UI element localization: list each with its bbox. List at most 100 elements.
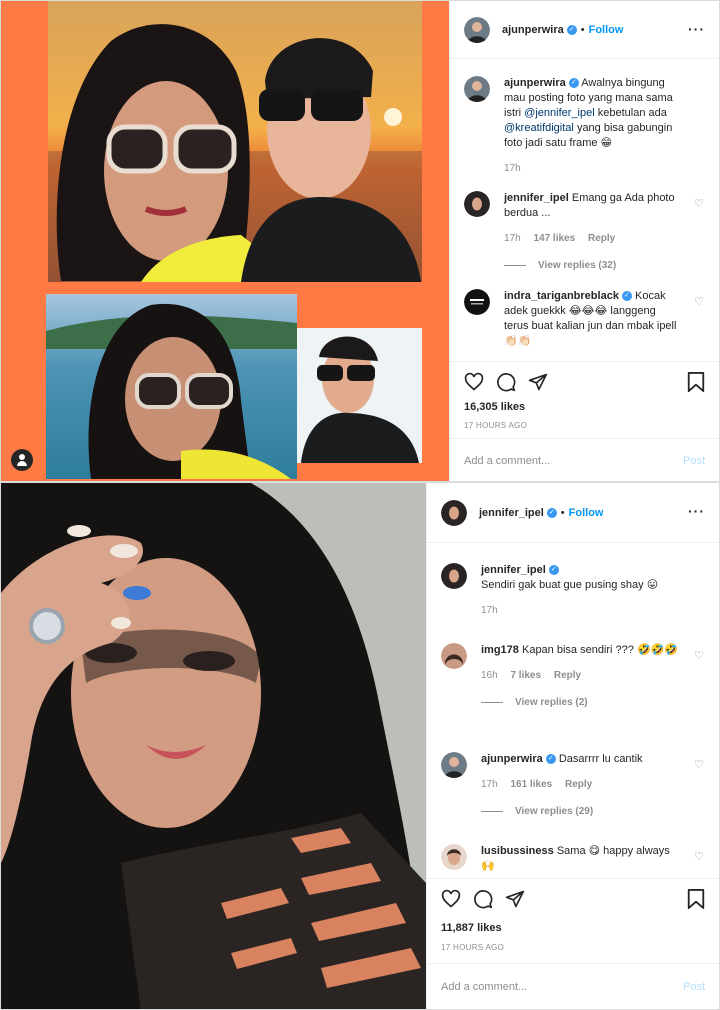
post-actions: 16,305 likes 17 HOURS AGO Add a comment.… [450, 361, 719, 481]
selfie-photo [1, 483, 426, 1009]
comment-item: ajunperwira ✓ Dasarrrr lu cantik 17h 161 … [441, 752, 705, 817]
comment-heart-icon[interactable]: ♡ [694, 649, 705, 662]
post-timestamp: 17 HOURS AGO [464, 421, 528, 430]
comment-heart-icon[interactable]: ♡ [694, 758, 705, 771]
avatar[interactable] [464, 191, 490, 217]
avatar[interactable] [464, 76, 490, 102]
comment-icon[interactable] [496, 372, 516, 392]
comment-time[interactable]: 17h [481, 779, 498, 790]
bookmark-icon[interactable] [687, 372, 705, 392]
post-header: jennifer_ipel ✓ • Follow ··· [427, 483, 719, 543]
post-sidebar: ajunperwira ✓ • Follow ··· ajunperwira ✓ … [449, 1, 719, 481]
view-replies-button[interactable]: View replies (2) [481, 697, 705, 708]
heart-icon[interactable] [464, 372, 484, 392]
comment-item: indra_tariganbreblack ✓ Kocak adek guekkk… [464, 289, 705, 349]
comment-username[interactable]: indra_tariganbreblack [504, 290, 619, 302]
caption-text: Sendiri gak buat gue pusing shay 😛 [481, 579, 659, 591]
comment-time[interactable]: 17h [504, 233, 521, 244]
verified-icon: ✓ [621, 291, 632, 302]
header-separator: • [580, 23, 585, 36]
comment-username[interactable]: ajunperwira [481, 753, 543, 765]
avatar[interactable] [464, 16, 490, 43]
add-comment-input[interactable]: Add a comment... [464, 455, 550, 467]
share-icon[interactable] [528, 372, 548, 392]
verified-icon: ✓ [546, 507, 557, 518]
comment-item: img178 Kapan bisa sendiri ??? 🤣🤣🤣 16h 7 … [441, 643, 705, 708]
mention-link[interactable]: @kreatifdigital [504, 122, 574, 134]
more-icon[interactable]: ··· [688, 21, 705, 37]
comment-likes[interactable]: 147 likes [533, 233, 575, 244]
reply-button[interactable]: Reply [588, 233, 615, 244]
caption-text: kebetulan ada [597, 107, 667, 119]
user-tag-icon[interactable] [11, 449, 33, 471]
header-separator: • [560, 506, 565, 519]
post-actions: 11,887 likes 17 HOURS AGO Add a comment.… [427, 878, 719, 1009]
divider [504, 265, 526, 266]
avatar[interactable] [441, 499, 467, 526]
share-icon[interactable] [505, 889, 525, 909]
view-replies-button[interactable]: View replies (32) [504, 260, 705, 271]
comment-likes[interactable]: 161 likes [510, 779, 552, 790]
comment-username[interactable]: jennifer_ipel [504, 192, 569, 204]
post-image-selfie[interactable] [1, 483, 426, 1009]
add-comment-input[interactable]: Add a comment... [441, 981, 527, 993]
post-sidebar: jennifer_ipel ✓ • Follow ··· jennifer_ip… [426, 483, 719, 1009]
comment-time[interactable]: 16h [481, 670, 498, 681]
add-comment-bar: Add a comment... Post [450, 438, 719, 481]
reply-button[interactable]: Reply [565, 779, 592, 790]
divider [481, 811, 503, 812]
avatar[interactable] [441, 563, 467, 589]
post-caption: jennifer_ipel ✓ Sendiri gak buat gue pusi… [441, 563, 705, 618]
avatar[interactable] [441, 752, 467, 778]
mention-link[interactable]: @jennifer_ipel [524, 107, 595, 119]
comment-icon[interactable] [473, 889, 493, 909]
add-comment-bar: Add a comment... Post [427, 963, 719, 1009]
caption-username[interactable]: jennifer_ipel [481, 564, 546, 576]
post-header: ajunperwira ✓ • Follow ··· [450, 1, 719, 59]
comment-item: lusibussiness Sama 😋 happy always 🙌 ♡ [441, 844, 705, 874]
caption-username[interactable]: ajunperwira [504, 77, 566, 89]
verified-icon: ✓ [566, 24, 577, 35]
collage-photo [1, 1, 449, 481]
comment-heart-icon[interactable]: ♡ [694, 295, 705, 308]
comments-list: jennifer_ipel ✓ Sendiri gak buat gue pusi… [427, 544, 719, 876]
caption-time[interactable]: 17h [504, 163, 521, 174]
avatar[interactable] [441, 844, 467, 870]
divider [481, 702, 503, 703]
avatar[interactable] [464, 289, 490, 315]
caption-time[interactable]: 17h [481, 605, 498, 616]
view-replies-button[interactable]: View replies (29) [481, 806, 705, 817]
header-username[interactable]: ajunperwira [502, 24, 564, 36]
comment-text: Dasarrrr lu cantik [558, 753, 643, 765]
verified-icon: ✓ [568, 78, 579, 89]
likes-count[interactable]: 11,887 likes [441, 922, 502, 934]
more-icon[interactable]: ··· [688, 503, 705, 519]
post-comment-button[interactable]: Post [683, 981, 705, 993]
comment-username[interactable]: img178 [481, 644, 519, 656]
comment-heart-icon[interactable]: ♡ [694, 197, 705, 210]
view-replies-label: View replies (2) [515, 697, 588, 708]
likes-count[interactable]: 16,305 likes [464, 401, 525, 413]
heart-icon[interactable] [441, 889, 461, 909]
avatar[interactable] [441, 643, 467, 669]
follow-button[interactable]: Follow [589, 24, 624, 36]
post-timestamp: 17 HOURS AGO [441, 943, 505, 952]
follow-button[interactable]: Follow [569, 507, 604, 519]
instagram-post-ajunperwira: ajunperwira ✓ • Follow ··· ajunperwira ✓ … [0, 0, 720, 482]
comment-item: jennifer_ipel Emang ga Ada photo berdua … [464, 191, 705, 271]
verified-icon: ✓ [545, 754, 556, 765]
comments-list: ajunperwira ✓ Awalnya bingung mau posting… [450, 60, 719, 359]
reply-button[interactable]: Reply [554, 670, 581, 681]
post-caption: ajunperwira ✓ Awalnya bingung mau posting… [464, 76, 705, 176]
post-image-collage[interactable] [1, 1, 449, 481]
verified-icon: ✓ [548, 565, 559, 576]
instagram-post-jennifer-ipel: jennifer_ipel ✓ • Follow ··· jennifer_ip… [0, 482, 720, 1010]
comment-heart-icon[interactable]: ♡ [694, 850, 705, 863]
comment-username[interactable]: lusibussiness [481, 845, 554, 857]
header-username[interactable]: jennifer_ipel [479, 507, 544, 519]
bookmark-icon[interactable] [687, 889, 705, 909]
post-comment-button[interactable]: Post [683, 455, 705, 467]
comment-text: Kapan bisa sendiri ??? 🤣🤣🤣 [521, 644, 679, 656]
comment-likes[interactable]: 7 likes [510, 670, 541, 681]
view-replies-label: View replies (32) [538, 260, 617, 271]
